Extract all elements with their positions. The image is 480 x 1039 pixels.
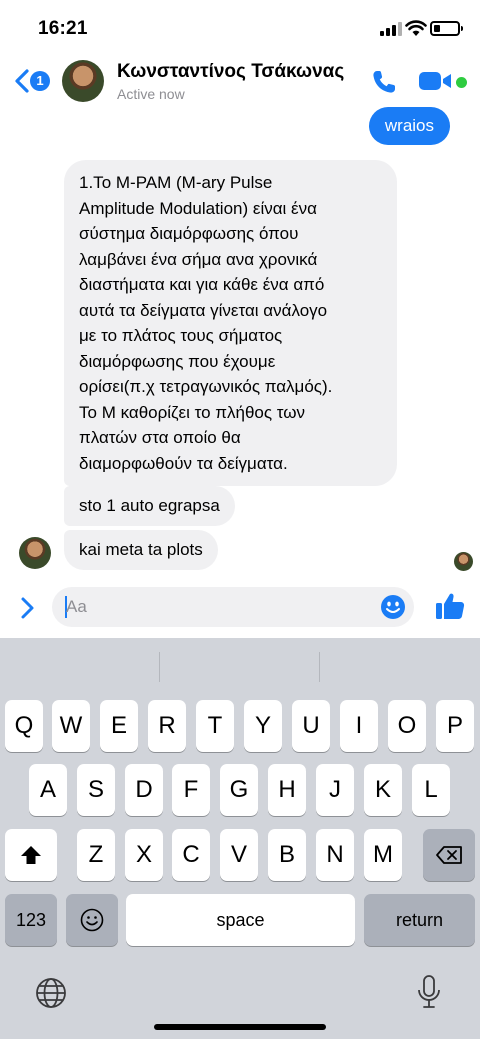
contact-avatar[interactable]: [62, 60, 104, 102]
key-a[interactable]: A: [29, 764, 67, 816]
key-t[interactable]: T: [196, 700, 234, 752]
key-w[interactable]: W: [52, 700, 90, 752]
key-l[interactable]: L: [412, 764, 450, 816]
thumbs-up-icon[interactable]: [434, 590, 466, 622]
chevron-left-icon: [15, 69, 29, 93]
battery-level: [434, 25, 440, 32]
shift-icon: [21, 846, 41, 864]
status-bar: 16:21: [0, 0, 480, 56]
emoji-key[interactable]: [66, 894, 118, 946]
incoming-message[interactable]: sto 1 auto egrapsa: [64, 486, 235, 526]
key-o[interactable]: O: [388, 700, 426, 752]
keyboard: Q W E R T Y U I O P A S D F G H J K L Z …: [0, 638, 480, 1039]
message-input[interactable]: [66, 587, 366, 627]
key-s[interactable]: S: [77, 764, 115, 816]
battery-icon: [430, 21, 463, 36]
back-button[interactable]: 1: [12, 66, 52, 96]
home-indicator: [154, 1024, 326, 1030]
key-h[interactable]: H: [268, 764, 306, 816]
chevron-right-icon[interactable]: [16, 595, 38, 621]
space-key[interactable]: space: [126, 894, 355, 946]
return-key[interactable]: return: [364, 894, 475, 946]
key-g[interactable]: G: [220, 764, 258, 816]
seen-indicator-avatar: [454, 552, 473, 571]
emoji-icon: [80, 908, 104, 932]
contact-status: Active now: [117, 86, 185, 102]
backspace-icon: [436, 846, 462, 864]
suggestion-divider: [159, 652, 160, 682]
incoming-message[interactable]: 1.Το M-PAM (M-ary Pulse Amplitude Modula…: [64, 160, 397, 486]
unread-count-badge: 1: [30, 71, 50, 91]
wifi-icon: [405, 20, 427, 36]
cellular-signal-icon: [380, 22, 402, 36]
key-q[interactable]: Q: [5, 700, 43, 752]
key-j[interactable]: J: [316, 764, 354, 816]
key-m[interactable]: M: [364, 829, 402, 881]
backspace-key[interactable]: [423, 829, 475, 881]
numbers-key[interactable]: 123: [5, 894, 57, 946]
key-k[interactable]: K: [364, 764, 402, 816]
globe-icon[interactable]: [34, 976, 68, 1010]
conversation-header: 1 Κωνσταντίνος Τσάκωνας Active now: [0, 56, 480, 106]
key-y[interactable]: Y: [244, 700, 282, 752]
online-status-dot: [456, 77, 467, 88]
phone-icon[interactable]: [370, 68, 398, 96]
status-time: 16:21: [38, 18, 88, 39]
key-r[interactable]: R: [148, 700, 186, 752]
shift-key[interactable]: [5, 829, 57, 881]
key-b[interactable]: B: [268, 829, 306, 881]
microphone-icon[interactable]: [416, 974, 442, 1010]
key-d[interactable]: D: [125, 764, 163, 816]
outgoing-message[interactable]: wraios: [368, 107, 450, 145]
contact-name[interactable]: Κωνσταντίνος Τσάκωνας: [117, 61, 344, 83]
key-i[interactable]: I: [340, 700, 378, 752]
emoji-icon[interactable]: [380, 594, 406, 620]
key-v[interactable]: V: [220, 829, 258, 881]
message-composer[interactable]: [52, 587, 414, 627]
video-camera-icon[interactable]: [418, 70, 452, 92]
key-x[interactable]: X: [125, 829, 163, 881]
key-z[interactable]: Z: [77, 829, 115, 881]
incoming-message[interactable]: kai meta ta plots: [64, 530, 218, 570]
key-e[interactable]: E: [100, 700, 138, 752]
key-p[interactable]: P: [436, 700, 474, 752]
key-f[interactable]: F: [172, 764, 210, 816]
key-n[interactable]: N: [316, 829, 354, 881]
key-c[interactable]: C: [172, 829, 210, 881]
sender-avatar[interactable]: [19, 537, 51, 569]
suggestion-divider: [319, 652, 320, 682]
key-u[interactable]: U: [292, 700, 330, 752]
